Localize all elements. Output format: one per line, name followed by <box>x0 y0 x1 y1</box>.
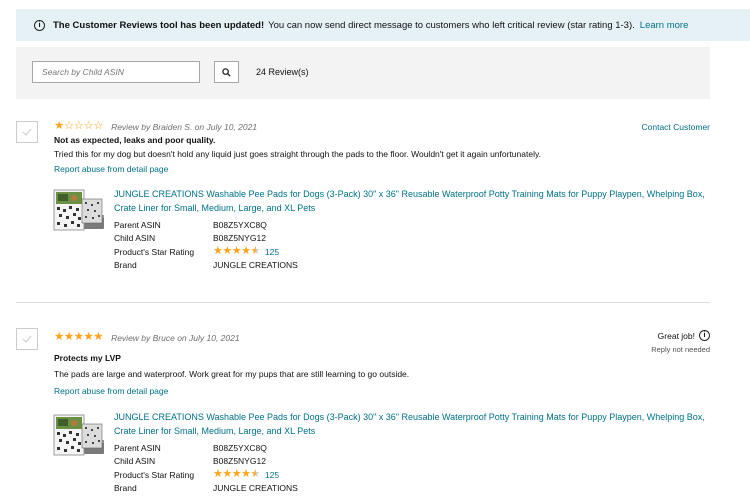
rating-count-link[interactable]: 125 <box>265 470 279 480</box>
product-title-link[interactable]: JUNGLE CREATIONS Washable Pee Pads for D… <box>114 410 714 438</box>
star-icon: ★ <box>241 468 251 481</box>
star-icon: ★ <box>54 120 64 132</box>
meta-row: Brand JUNGLE CREATIONS <box>114 482 298 496</box>
star-half-icon: ★ <box>250 245 261 258</box>
star-icon: ★ <box>83 331 94 343</box>
star-icon: ★ <box>213 245 223 258</box>
product-star-rating: ★ ★ ★ ★ ★ 125 <box>213 469 279 480</box>
brand-label: Brand <box>114 483 137 494</box>
review-card: ★ ★ ★ ★ ★ Review by Bruce on July 10, 2021 G… <box>16 328 710 497</box>
meta-row: Product's Star Rating ★ ★ ★ ★ ★ 125 <box>114 468 298 482</box>
product-star-rating: ★ ★ ★ ★ ★ 125 <box>213 246 279 257</box>
review-count: 24 Review(s) <box>256 67 309 77</box>
star-icon: ★ <box>54 331 64 343</box>
star-icon: ★ <box>73 331 84 343</box>
review-title: Protects my LVP <box>54 353 121 363</box>
search-bar: 24 Review(s) <box>16 47 710 99</box>
star-icon: ★ <box>213 468 223 481</box>
review-card: ★ ☆ ☆ ☆ ☆ Review by Braiden S. on July 10, 2… <box>16 120 711 281</box>
review-byline: Review by Braiden S. on July 10, 2021 <box>111 121 258 132</box>
product-image[interactable] <box>52 185 104 237</box>
great-job-label: Great job! <box>657 330 695 341</box>
great-job-status[interactable]: Great job! i <box>658 330 710 341</box>
parent-asin-value: B08Z5YXC8Q <box>213 442 267 453</box>
search-button[interactable] <box>214 61 239 83</box>
review-body: Tried this for my dog but doesn't hold a… <box>54 149 541 159</box>
review-checkbox[interactable] <box>16 328 38 350</box>
meta-row: Product's Star Rating ★ ★ ★ ★ ★ 125 <box>114 245 298 259</box>
star-outline-icon: ☆ <box>93 120 104 132</box>
contact-customer-link[interactable]: Contact Customer <box>642 122 711 132</box>
star-outline-icon: ☆ <box>63 120 74 132</box>
review-body: The pads are large and waterproof. Work … <box>54 369 410 379</box>
info-icon[interactable]: i <box>699 330 710 341</box>
report-abuse-link[interactable]: Report abuse from detail page <box>54 164 168 174</box>
review-divider <box>16 302 710 303</box>
star-outline-icon: ☆ <box>83 120 94 132</box>
report-abuse-link[interactable]: Report abuse from detail page <box>54 386 168 396</box>
parent-asin-label: Parent ASIN <box>114 442 161 453</box>
learn-more-link[interactable]: Learn more <box>640 20 689 31</box>
meta-row: Child ASIN B08Z5NYG12 <box>114 232 298 246</box>
product-meta: Parent ASIN B08Z5YXC8Q Child ASIN B08Z5N… <box>114 441 298 495</box>
brand-value: JUNGLE CREATIONS <box>213 483 298 494</box>
star-half-icon: ★ <box>250 468 261 481</box>
product-title-link[interactable]: JUNGLE CREATIONS Washable Pee Pads for D… <box>114 187 714 215</box>
search-icon <box>222 67 231 77</box>
review-title: Not as expected, leaks and poor quality. <box>54 135 216 145</box>
child-asin-label: Child ASIN <box>114 233 156 244</box>
reply-note: Reply not needed <box>651 345 710 354</box>
review-stars: ★ ★ ★ ★ ★ <box>54 331 104 343</box>
brand-value: JUNGLE CREATIONS <box>213 260 298 271</box>
meta-row: Child ASIN B08Z5NYG12 <box>114 455 298 469</box>
meta-row: Brand JUNGLE CREATIONS <box>114 259 298 273</box>
child-asin-value: B08Z5NYG12 <box>213 456 266 467</box>
brand-label: Brand <box>114 260 137 271</box>
star-icon: ★ <box>222 245 232 258</box>
star-icon: ★ <box>241 245 251 258</box>
product-meta: Parent ASIN B08Z5YXC8Q Child ASIN B08Z5N… <box>114 218 298 272</box>
checkmark-icon <box>22 128 32 136</box>
info-icon: i <box>34 19 45 31</box>
update-banner: i The Customer Reviews tool has been upd… <box>16 9 750 41</box>
star-icon: ★ <box>231 245 242 258</box>
checkmark-icon <box>22 335 32 343</box>
meta-row: Parent ASIN B08Z5YXC8Q <box>114 441 298 455</box>
child-asin-label: Child ASIN <box>114 456 156 467</box>
star-icon: ★ <box>222 468 232 481</box>
star-rating-label: Product's Star Rating <box>114 469 195 480</box>
star-outline-icon: ☆ <box>73 120 84 132</box>
review-checkbox[interactable] <box>16 121 38 143</box>
star-rating-label: Product's Star Rating <box>114 246 195 257</box>
rating-count-link[interactable]: 125 <box>265 247 279 257</box>
meta-row: Parent ASIN B08Z5YXC8Q <box>114 218 298 232</box>
review-rating-row: ★ ☆ ☆ ☆ ☆ Review by Braiden S. on July 10, 2… <box>54 120 258 132</box>
search-input[interactable] <box>32 61 200 83</box>
review-byline: Review by Bruce on July 10, 2021 <box>111 332 240 343</box>
parent-asin-label: Parent ASIN <box>114 219 161 230</box>
banner-text: You can now send direct message to custo… <box>268 19 635 31</box>
review-stars: ★ ☆ ☆ ☆ ☆ <box>54 120 104 132</box>
banner-heading: The Customer Reviews tool has been updat… <box>53 19 265 31</box>
star-icon: ★ <box>63 331 74 343</box>
star-icon: ★ <box>231 468 242 481</box>
child-asin-value: B08Z5NYG12 <box>213 233 266 244</box>
product-image[interactable] <box>52 410 104 462</box>
parent-asin-value: B08Z5YXC8Q <box>213 219 267 230</box>
review-rating-row: ★ ★ ★ ★ ★ Review by Bruce on July 10, 2021 <box>54 331 240 343</box>
star-icon: ★ <box>93 331 104 343</box>
